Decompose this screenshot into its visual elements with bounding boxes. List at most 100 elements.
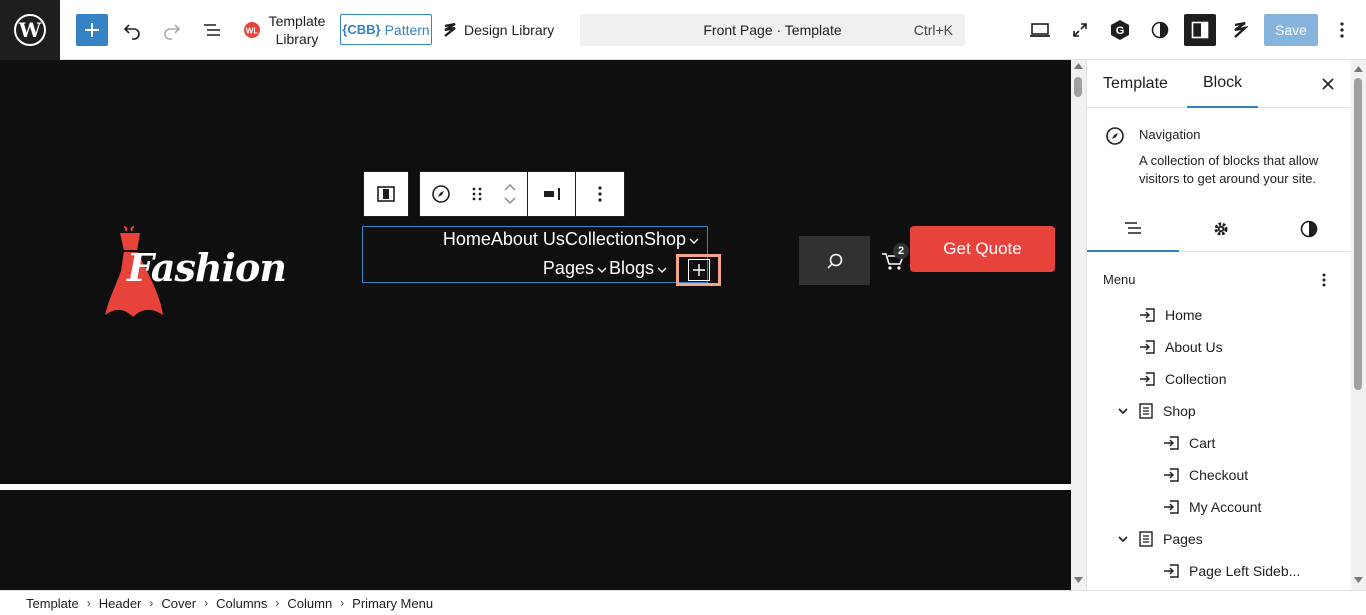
sidebar-scroll-thumb[interactable] xyxy=(1354,78,1362,390)
chevron-down-icon[interactable] xyxy=(657,266,667,274)
content-section[interactable] xyxy=(0,490,1071,590)
menu-item-my-account[interactable]: My Account xyxy=(1163,495,1261,519)
menu-item-home[interactable]: Home xyxy=(1139,303,1202,327)
block-inserter-button[interactable] xyxy=(76,14,108,46)
menu-item-label: Collection xyxy=(1165,371,1227,387)
nav-item-about-us[interactable]: About Us xyxy=(491,229,565,250)
plugin-g-button[interactable]: G xyxy=(1104,14,1136,46)
settings-sidebar: Template Block Navigation A collection o… xyxy=(1086,60,1351,590)
header-cover-block[interactable]: Fashion Home About Us Collection Shop Pa… xyxy=(0,60,1071,484)
get-quote-button[interactable]: Get Quote xyxy=(910,226,1055,272)
scroll-down-arrow-icon[interactable] xyxy=(1354,577,1363,583)
editor-canvas[interactable]: Fashion Home About Us Collection Shop Pa… xyxy=(0,60,1071,590)
justify-right-icon xyxy=(543,188,560,200)
design-library-label: Design Library xyxy=(464,22,555,38)
styles-button[interactable] xyxy=(1144,14,1176,46)
cart-count-badge: 2 xyxy=(893,243,909,259)
chevron-down-icon[interactable] xyxy=(689,237,699,245)
external-expand-icon xyxy=(1073,23,1087,37)
block-breadcrumb: Template › Header › Cover › Columns › Co… xyxy=(0,590,1366,615)
design-library-icon xyxy=(444,22,456,37)
tab-settings[interactable] xyxy=(1175,205,1267,252)
menu-item-pages[interactable]: Pages xyxy=(1117,527,1203,551)
chevron-down-icon[interactable] xyxy=(1117,407,1129,415)
breadcrumb-template[interactable]: Template xyxy=(18,596,87,611)
tab-styles[interactable] xyxy=(1263,205,1351,252)
svg-text:G: G xyxy=(1116,25,1125,37)
sidebar-scrollbar[interactable] xyxy=(1351,60,1366,590)
link-item-icon xyxy=(1164,500,1179,514)
command-palette-bar[interactable]: Front Page · Template Ctrl+K xyxy=(580,14,965,46)
document-overview-button[interactable] xyxy=(196,14,228,46)
chevron-down-icon[interactable] xyxy=(504,197,516,204)
breadcrumb-cover[interactable]: Cover xyxy=(153,596,204,611)
canvas-scroll-thumb[interactable] xyxy=(1074,77,1082,97)
block-controls-group xyxy=(419,171,625,217)
breadcrumb-header[interactable]: Header xyxy=(91,596,150,611)
drag-handle-icon[interactable] xyxy=(472,186,482,202)
breadcrumb-column[interactable]: Column xyxy=(279,596,340,611)
nav-item-shop[interactable]: Shop xyxy=(644,229,686,250)
nav-item-blogs[interactable]: Blogs xyxy=(609,258,654,279)
undo-button[interactable] xyxy=(116,14,148,46)
settings-sidebar-toggle[interactable] xyxy=(1184,14,1216,46)
parent-selector-group xyxy=(363,171,409,217)
tab-template[interactable]: Template xyxy=(1103,60,1168,108)
wordpress-logo-icon[interactable]: W xyxy=(0,0,60,60)
breadcrumb-columns[interactable]: Columns xyxy=(208,596,275,611)
justification-button[interactable] xyxy=(528,172,576,216)
undo-icon xyxy=(123,24,140,40)
link-item-icon xyxy=(1164,436,1179,450)
contrast-icon xyxy=(1300,220,1318,237)
save-button[interactable]: Save xyxy=(1264,14,1318,46)
block-options-button[interactable] xyxy=(576,172,624,216)
nav-item-pages[interactable]: Pages xyxy=(543,258,594,279)
tab-block[interactable]: Block xyxy=(1187,60,1259,108)
menu-options-button[interactable] xyxy=(1319,271,1329,289)
navigation-block[interactable]: Home About Us Collection Shop Pages Blog… xyxy=(362,226,708,283)
scroll-up-arrow-icon[interactable] xyxy=(1074,63,1083,69)
menu-item-label: About Us xyxy=(1165,339,1223,355)
tab-list-view[interactable] xyxy=(1087,205,1179,252)
chevron-up-icon[interactable] xyxy=(504,184,516,191)
design-library-button[interactable]: Design Library xyxy=(442,18,554,42)
nav-item-home[interactable]: Home xyxy=(443,229,491,250)
link-item-icon xyxy=(1140,308,1155,322)
menu-item-page-left-sidebar[interactable]: Page Left Sideb... xyxy=(1163,559,1300,583)
design-library-icon xyxy=(1234,21,1248,38)
add-nav-item-button[interactable] xyxy=(676,254,721,286)
template-library-button[interactable]: WL Template Library xyxy=(243,11,327,49)
cbb-pattern-button[interactable]: {CBB} Pattern xyxy=(340,14,432,45)
nav-row-primary: Home About Us Collection Shop xyxy=(443,229,699,250)
block-type-mover xyxy=(420,172,528,216)
menu-item-cart[interactable]: Cart xyxy=(1163,431,1215,455)
canvas-scrollbar[interactable] xyxy=(1071,60,1086,590)
laptop-icon xyxy=(1030,23,1050,37)
scroll-up-arrow-icon[interactable] xyxy=(1354,66,1363,72)
chevron-down-icon[interactable] xyxy=(597,266,607,274)
options-menu-button[interactable] xyxy=(1330,14,1354,46)
menu-item-about-us[interactable]: About Us xyxy=(1139,335,1223,359)
more-vertical-icon xyxy=(598,186,602,202)
scroll-down-arrow-icon[interactable] xyxy=(1074,577,1083,583)
view-site-button[interactable] xyxy=(1064,14,1096,46)
close-icon xyxy=(1322,78,1334,90)
site-logo-text[interactable]: Fashion xyxy=(127,245,287,290)
gear-icon xyxy=(1214,222,1228,235)
close-sidebar-button[interactable] xyxy=(1318,74,1338,94)
menu-item-checkout[interactable]: Checkout xyxy=(1163,463,1248,487)
redo-button[interactable] xyxy=(156,14,188,46)
menu-item-collection[interactable]: Collection xyxy=(1139,367,1226,391)
chevron-down-icon[interactable] xyxy=(1117,535,1129,543)
select-parent-button[interactable] xyxy=(364,172,408,216)
block-toolbar xyxy=(363,171,625,217)
navigation-compass-icon[interactable] xyxy=(431,184,451,204)
move-arrows xyxy=(504,184,516,204)
device-preview-button[interactable] xyxy=(1024,14,1056,46)
block-card-title: Navigation xyxy=(1139,127,1201,142)
search-button[interactable] xyxy=(799,236,870,285)
nav-item-collection[interactable]: Collection xyxy=(565,229,644,250)
menu-item-shop[interactable]: Shop xyxy=(1117,399,1196,423)
search-icon xyxy=(826,253,842,269)
design-library-toolbar-button[interactable] xyxy=(1224,14,1256,46)
